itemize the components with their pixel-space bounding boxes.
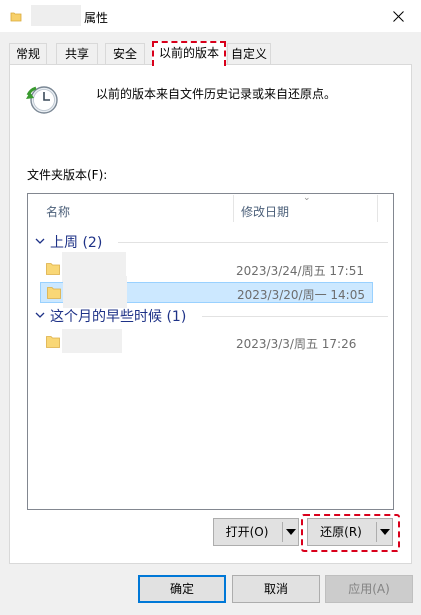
- cancel-button[interactable]: 取消: [232, 575, 320, 603]
- folder-icon: [46, 336, 60, 348]
- chevron-down-icon: [35, 238, 45, 244]
- versions-list[interactable]: 名称 ⌄ 修改日期 上周 (2) 2023/3/24/周五 17:51 2023…: [27, 193, 394, 510]
- group-header-earlier-this-month[interactable]: 这个月的早些时候 (1): [32, 306, 388, 326]
- tab-customize[interactable]: 自定义: [227, 43, 271, 65]
- close-button[interactable]: [375, 0, 421, 32]
- split-divider: [282, 522, 283, 542]
- tab-security[interactable]: 安全: [105, 43, 145, 65]
- tab-sharing[interactable]: 共享: [56, 43, 98, 65]
- column-header-date-modified[interactable]: 修改日期: [241, 203, 289, 220]
- restore-point-icon: [26, 86, 58, 114]
- restore-button-label[interactable]: 还原(R): [308, 519, 374, 545]
- sort-arrow-icon: ⌄: [303, 193, 311, 203]
- chevron-down-icon: [35, 312, 45, 318]
- open-split-button[interactable]: 打开(O): [213, 518, 299, 546]
- folder-icon: [46, 263, 60, 275]
- group-divider: [202, 316, 388, 317]
- dropdown-arrow-icon[interactable]: [380, 529, 390, 535]
- folder-icon: [10, 12, 22, 22]
- column-header-name[interactable]: 名称: [46, 203, 70, 220]
- folder-versions-label: 文件夹版本(F):: [27, 168, 108, 182]
- version-date: 2023/3/3/周五 17:26: [236, 337, 357, 351]
- ok-button[interactable]: 确定: [138, 575, 226, 603]
- title-bar: 属性: [0, 0, 421, 32]
- apply-button[interactable]: 应用(A): [325, 575, 413, 603]
- folder-name-redacted: [63, 276, 127, 308]
- version-date: 2023/3/20/周一 14:05: [237, 288, 365, 302]
- previous-versions-panel: 以前的版本来自文件历史记录或来自还原点。 文件夹版本(F): 名称 ⌄ 修改日期…: [9, 64, 412, 564]
- close-icon: [392, 10, 404, 22]
- open-button-label[interactable]: 打开(O): [214, 519, 280, 545]
- version-date: 2023/3/24/周五 17:51: [236, 264, 364, 278]
- window-title: 属性: [84, 11, 109, 25]
- column-divider[interactable]: [233, 195, 234, 222]
- group-divider: [118, 242, 388, 243]
- description-text: 以前的版本来自文件历史记录或来自还原点。: [96, 87, 337, 101]
- folder-icon: [47, 287, 61, 299]
- version-row[interactable]: 2023/3/3/周五 17:26: [40, 329, 373, 353]
- version-row-selected[interactable]: 2023/3/20/周一 14:05: [40, 276, 373, 308]
- column-divider[interactable]: [377, 195, 378, 222]
- split-divider: [376, 522, 377, 542]
- group-label: 上周 (2): [50, 235, 103, 251]
- folder-name-redacted: [62, 329, 122, 353]
- list-header: 名称 ⌄ 修改日期: [28, 193, 393, 223]
- group-header-last-week[interactable]: 上周 (2): [32, 232, 388, 252]
- restore-split-button[interactable]: 还原(R): [307, 518, 393, 546]
- tab-general[interactable]: 常规: [9, 43, 47, 65]
- group-label: 这个月的早些时候 (1): [50, 309, 187, 325]
- tab-previous-versions[interactable]: 以前的版本: [152, 41, 226, 66]
- title-folder-name-redacted: [31, 5, 81, 26]
- dropdown-arrow-icon[interactable]: [286, 529, 296, 535]
